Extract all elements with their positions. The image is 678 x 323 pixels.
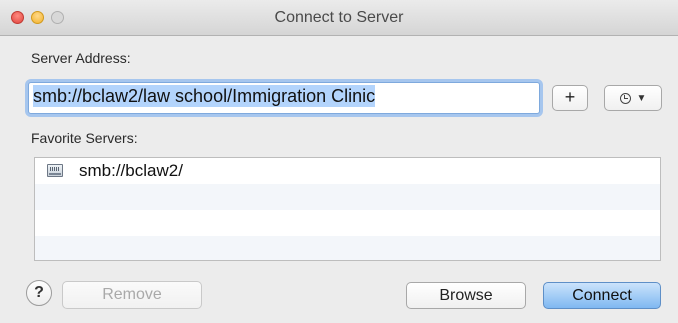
add-favorite-button[interactable]: + — [552, 85, 588, 111]
server-address-label: Server Address: — [31, 50, 131, 66]
browse-button[interactable]: Browse — [406, 282, 526, 309]
connect-button[interactable]: Connect — [543, 282, 661, 309]
clock-icon — [619, 93, 631, 104]
connect-to-server-window: Connect to Server Server Address: smb://… — [0, 0, 678, 323]
list-item[interactable]: smb://bclaw2/ — [35, 158, 660, 184]
window-title: Connect to Server — [274, 9, 404, 26]
recent-servers-button[interactable]: ▼ — [604, 85, 662, 111]
server-address-input[interactable]: smb://bclaw2/law school/Immigration Clin… — [28, 82, 540, 114]
help-button[interactable]: ? — [26, 280, 52, 306]
empty-row — [35, 184, 660, 210]
list-item-label: smb://bclaw2/ — [79, 161, 183, 180]
chevron-down-icon: ▼ — [636, 93, 647, 104]
server-icon — [47, 164, 63, 177]
empty-row — [35, 210, 660, 236]
title-bar: Connect to Server — [0, 0, 678, 36]
remove-button[interactable]: Remove — [62, 281, 202, 309]
server-address-value: smb://bclaw2/law school/Immigration Clin… — [33, 85, 376, 107]
favorite-servers-list[interactable]: smb://bclaw2/ — [34, 157, 661, 261]
favorite-servers-label: Favorite Servers: — [31, 130, 138, 146]
empty-row — [35, 236, 660, 260]
